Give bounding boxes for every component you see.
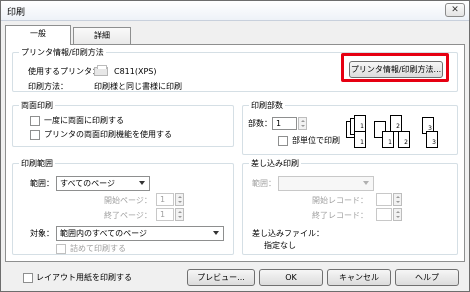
target-select[interactable]: 範囲内のすべてのページ xyxy=(56,226,224,241)
page-icon: 2 xyxy=(398,131,410,148)
page-icon: 1 xyxy=(354,115,366,132)
start-record-stepper[interactable] xyxy=(393,193,402,206)
merge-range-label: 範囲： xyxy=(252,179,276,188)
printer-name: C811(XPS) xyxy=(114,67,157,76)
page-icon: 3 xyxy=(426,131,438,148)
copies-input[interactable]: 1 xyxy=(272,117,297,130)
duplex-group: 両面印刷 xyxy=(12,100,234,147)
close-button[interactable]: ✕ xyxy=(445,3,465,17)
cancel-button[interactable]: キャンセル xyxy=(327,269,391,286)
chevron-down-icon xyxy=(139,181,145,185)
range-label: 範囲： xyxy=(30,179,54,188)
method-value: 印刷様と同じ書様に印刷 xyxy=(94,82,182,91)
printer-icon xyxy=(94,65,108,76)
page-icon: 1 xyxy=(382,131,394,148)
duplex-once-label: 一度に両面に印刷する xyxy=(44,116,124,125)
copies-stepper[interactable] xyxy=(298,117,307,130)
end-record-input[interactable] xyxy=(376,208,392,221)
print-dialog: 印刷 ✕ 詳細 一般 プリンタ情報/印刷方法 使用するプリンタ： C811(XP… xyxy=(0,0,470,292)
merge-group-title: 差し込み印刷 xyxy=(249,158,301,169)
ok-button[interactable]: OK xyxy=(259,269,323,286)
preview-button[interactable]: プレビュー... xyxy=(187,269,255,286)
chevron-down-icon xyxy=(363,181,369,185)
start-record-input[interactable] xyxy=(376,193,392,206)
target-label: 対象： xyxy=(30,229,54,238)
end-record-label: 終了レコード： xyxy=(312,211,368,220)
start-record-label: 開始レコード： xyxy=(312,196,368,205)
tab-general[interactable]: 一般 xyxy=(5,25,71,45)
window-title: 印刷 xyxy=(7,8,26,18)
merge-range-select[interactable] xyxy=(278,176,374,191)
layout-print-label: レイアウト用紙を印刷する xyxy=(36,273,132,282)
duplex-once-checkbox[interactable] xyxy=(30,116,40,126)
layout-print-checkbox[interactable] xyxy=(23,273,33,283)
printer-label: 使用するプリンタ： xyxy=(28,67,100,76)
range-group-title: 印刷範囲 xyxy=(19,158,55,169)
start-page-label: 開始ページ： xyxy=(104,196,152,205)
page-icon: 1 xyxy=(354,131,366,148)
end-page-stepper[interactable] xyxy=(175,208,184,221)
range-select[interactable]: すべてのページ xyxy=(56,176,150,191)
printer-group-title: プリンタ情報/印刷方法 xyxy=(19,47,106,58)
range-select-value: すべてのページ xyxy=(60,179,115,188)
copies-group-title: 印刷部数 xyxy=(249,100,285,111)
start-page-stepper[interactable] xyxy=(175,193,184,206)
title-bar: 印刷 ✕ xyxy=(1,1,469,21)
page-icon: 2 xyxy=(390,115,402,132)
duplex-group-title: 両面印刷 xyxy=(19,100,55,111)
chevron-down-icon xyxy=(213,231,219,235)
merge-file-value: 指定なし xyxy=(264,241,296,250)
start-page-input[interactable]: 1 xyxy=(156,193,174,206)
tab-details[interactable]: 詳細 xyxy=(73,27,131,45)
duplex-printer-checkbox[interactable] xyxy=(30,130,40,140)
condense-checkbox[interactable] xyxy=(56,244,66,254)
collate-illustration: 1 1 1 2 2 3 3 xyxy=(346,115,446,151)
end-page-label: 終了ページ： xyxy=(104,211,152,220)
collate-label: 部単位で印刷 xyxy=(292,136,340,145)
end-record-stepper[interactable] xyxy=(393,208,402,221)
collate-checkbox[interactable] xyxy=(278,136,288,146)
method-label: 印刷方法： xyxy=(28,82,68,91)
merge-file-label: 差し込みファイル： xyxy=(252,229,324,238)
duplex-printer-label: プリンタの両面印刷機能を使用する xyxy=(44,130,172,139)
help-button[interactable]: ヘルプ xyxy=(395,269,459,286)
end-page-input[interactable]: 1 xyxy=(156,208,174,221)
target-select-value: 範囲内のすべてのページ xyxy=(60,229,147,238)
copies-label: 部数： xyxy=(248,119,272,128)
condense-label: 詰めて印刷する xyxy=(70,244,126,253)
highlight-box xyxy=(341,53,449,82)
